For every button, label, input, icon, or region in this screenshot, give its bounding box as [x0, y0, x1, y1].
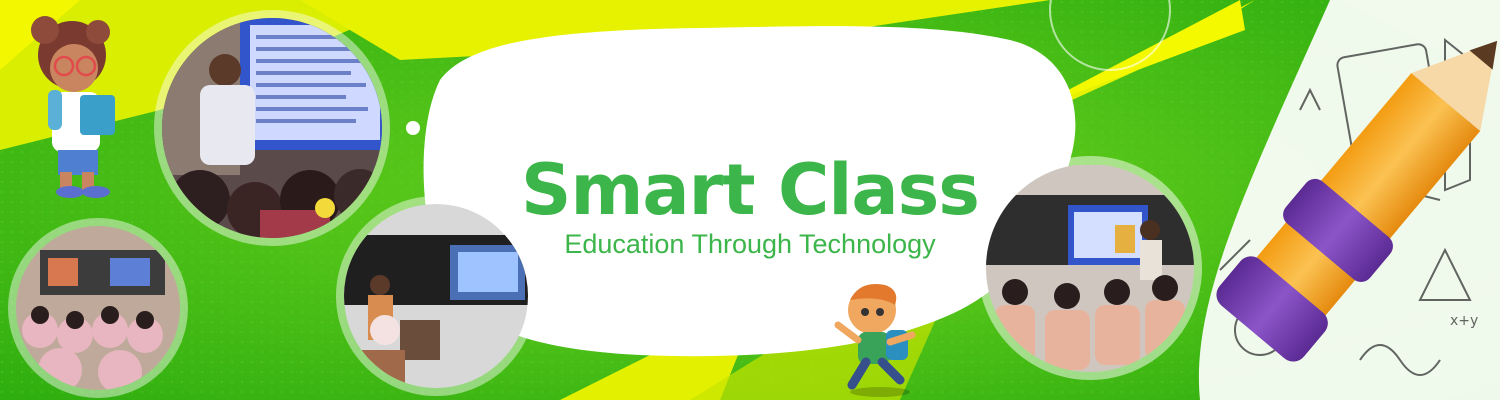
banner-title: Smart Class — [521, 149, 980, 231]
banner-subtitle: Education Through Technology — [564, 229, 936, 259]
svg-text:x+y: x+y — [1450, 313, 1478, 329]
smart-class-banner: x+y A B — [0, 0, 1500, 400]
